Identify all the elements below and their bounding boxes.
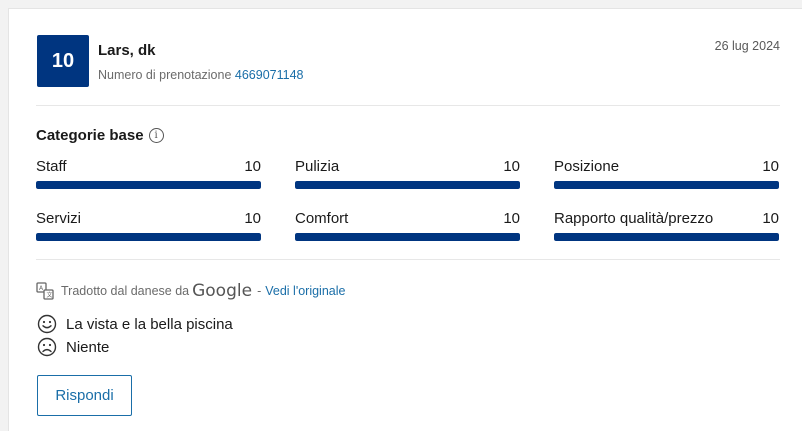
google-logo-text: Google <box>192 281 253 301</box>
svg-text:文: 文 <box>47 291 53 299</box>
svg-text:A: A <box>39 285 44 292</box>
reply-button[interactable]: Rispondi <box>37 375 132 416</box>
category-score: 10 <box>503 158 520 175</box>
category-bar <box>36 181 261 189</box>
category-label: Servizi <box>36 210 82 227</box>
frown-icon <box>37 337 57 357</box>
smile-icon <box>37 314 57 334</box>
category-bar <box>295 181 520 189</box>
translation-note: A 文 Tradotto dal danese da Google - Vedi… <box>36 281 345 301</box>
categories-title: Categorie base i <box>36 127 164 144</box>
divider <box>36 259 780 260</box>
review-score-badge: 10 <box>37 35 89 87</box>
category-bar-fill <box>36 181 261 189</box>
divider <box>36 105 780 106</box>
review-date: 26 lug 2024 <box>714 39 780 53</box>
category-score: 10 <box>762 210 779 227</box>
category-label: Comfort <box>295 210 349 227</box>
category-score: 10 <box>762 158 779 175</box>
positive-comment: La vista e la bella piscina <box>37 314 233 334</box>
booking-number-link[interactable]: 4669071148 <box>235 68 304 82</box>
negative-comment: Niente <box>37 337 109 357</box>
review-card: 10 Lars, dk Numero di prenotazione 46690… <box>8 8 802 431</box>
category-bar <box>36 233 261 241</box>
category-label: Staff <box>36 158 67 175</box>
category-bar <box>554 181 779 189</box>
translation-separator: - <box>257 284 262 298</box>
category-bar-fill <box>295 233 520 241</box>
category-bar <box>554 233 779 241</box>
category-staff: Staff 10 <box>36 158 261 189</box>
booking-info: Numero di prenotazione 4669071148 <box>98 68 304 82</box>
info-icon[interactable]: i <box>148 128 164 143</box>
translate-icon: A 文 <box>36 282 54 300</box>
category-label: Pulizia <box>295 158 340 175</box>
category-score: 10 <box>503 210 520 227</box>
category-bar-fill <box>36 233 261 241</box>
positive-comment-text: La vista e la bella piscina <box>66 315 233 333</box>
translation-text: Tradotto dal danese da <box>61 284 190 298</box>
category-posizione: Posizione 10 <box>554 158 779 189</box>
category-comfort: Comfort 10 <box>295 210 520 241</box>
category-rapporto-qualita-prezzo: Rapporto qualità/prezzo 10 <box>554 210 779 241</box>
category-label: Rapporto qualità/prezzo <box>554 210 714 227</box>
category-score: 10 <box>244 158 261 175</box>
category-bar-fill <box>554 181 779 189</box>
category-servizi: Servizi 10 <box>36 210 261 241</box>
reviewer-name: Lars, dk <box>98 42 156 59</box>
category-label: Posizione <box>554 158 620 175</box>
view-original-link[interactable]: Vedi l'originale <box>265 284 345 298</box>
category-pulizia: Pulizia 10 <box>295 158 520 189</box>
booking-label: Numero di prenotazione <box>98 68 232 82</box>
category-bar-fill <box>295 181 520 189</box>
categories-title-text: Categorie base <box>36 127 144 144</box>
negative-comment-text: Niente <box>66 338 110 356</box>
category-bar <box>295 233 520 241</box>
category-bar-fill <box>554 233 779 241</box>
category-score: 10 <box>244 210 261 227</box>
